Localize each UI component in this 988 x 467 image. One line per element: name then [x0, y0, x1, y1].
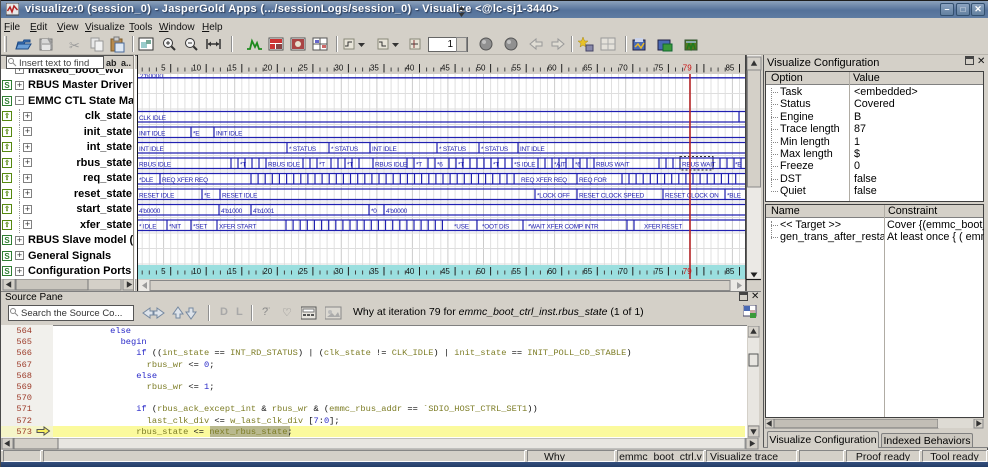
svg-text:40: 40 [405, 267, 414, 276]
svg-text:85: 85 [725, 267, 734, 276]
svg-text:*T: *T [347, 161, 353, 168]
svg-text:RESET IDLE: RESET IDLE [222, 192, 257, 199]
svg-text:75: 75 [654, 267, 663, 276]
svg-text:*T: *T [493, 161, 499, 168]
svg-text:5: 5 [161, 267, 166, 276]
svg-text:*6: *6 [575, 161, 581, 168]
svg-text:4'b1000: 4'b1000 [221, 208, 243, 215]
svg-text:REQ XFER REQ: REQ XFER REQ [521, 177, 567, 184]
svg-text:✂: ✂ [69, 38, 80, 53]
svg-text:RESET CLOCK SPEED: RESET CLOCK SPEED [579, 192, 645, 199]
svg-text:*USE: *USE [454, 223, 469, 230]
svg-text:XFER START: XFER START [219, 223, 256, 230]
svg-text:RBUS IDLE: RBUS IDLE [139, 161, 171, 168]
svg-text:85: 85 [725, 64, 734, 73]
svg-text:15: 15 [228, 64, 237, 73]
svg-text:INT IDLE: INT IDLE [139, 146, 164, 153]
svg-text:* STATUS: * STATUS [439, 146, 466, 153]
svg-text:*E: *E [735, 161, 741, 168]
svg-text:RESET CLOCK ON: RESET CLOCK ON [665, 192, 719, 199]
svg-text:79: 79 [683, 267, 692, 276]
svg-text:70: 70 [619, 64, 628, 73]
svg-text:RBUS WAIT: RBUS WAIT [596, 161, 630, 168]
svg-text:*AIT: *AIT [554, 161, 566, 168]
svg-text:*T: *T [458, 161, 464, 168]
svg-text:RESET IDLE: RESET IDLE [139, 192, 174, 199]
svg-text:REQ FOR: REQ FOR [579, 177, 607, 184]
svg-text:*E: *E [204, 192, 210, 199]
svg-text:*DLE: *DLE [139, 177, 153, 184]
svg-text:10: 10 [192, 267, 201, 276]
svg-text:*S IDLE: *S IDLE [514, 161, 535, 168]
svg-text:* IDLE: * IDLE [139, 223, 156, 230]
svg-text:INIT IDLE: INIT IDLE [139, 130, 165, 137]
svg-text:*T: *T [416, 161, 422, 168]
svg-text:*OOT DIS: *OOT DIS [482, 223, 509, 230]
svg-text:75: 75 [654, 64, 663, 73]
svg-text:INT IDLE: INT IDLE [372, 146, 397, 153]
svg-text:*6: *6 [437, 161, 443, 168]
svg-text:10: 10 [192, 64, 201, 73]
svg-text:*T: *T [240, 161, 246, 168]
svg-text:55: 55 [512, 267, 521, 276]
svg-text:15: 15 [228, 267, 237, 276]
svg-text:50: 50 [477, 267, 486, 276]
svg-text:45: 45 [441, 64, 450, 73]
svg-text:20: 20 [263, 267, 272, 276]
svg-text:*SET: *SET [193, 223, 207, 230]
svg-text:4'b0000: 4'b0000 [139, 208, 161, 215]
svg-text:*E: *E [193, 130, 199, 137]
svg-text:4'b0000: 4'b0000 [386, 208, 408, 215]
svg-text:INT IDLE: INT IDLE [520, 146, 545, 153]
svg-text:INIT IDLE: INIT IDLE [216, 130, 242, 137]
svg-text:CLK IDLE: CLK IDLE [139, 115, 166, 122]
svg-text:*LOCK OFF: *LOCK OFF [537, 192, 570, 199]
svg-text:35: 35 [370, 267, 379, 276]
svg-text:70: 70 [619, 267, 628, 276]
svg-text:* STATUS: * STATUS [481, 146, 508, 153]
svg-text:45: 45 [441, 267, 450, 276]
svg-text:*NIT: *NIT [169, 223, 181, 230]
svg-text:25: 25 [299, 267, 308, 276]
svg-text:30: 30 [334, 267, 343, 276]
svg-text:2'b0000: 2'b0000 [140, 73, 163, 80]
svg-text:50: 50 [477, 64, 486, 73]
svg-text:35: 35 [370, 64, 379, 73]
svg-text:RBUS WAIT: RBUS WAIT [682, 161, 716, 168]
svg-text:*WAIT XFER COMP INTR: *WAIT XFER COMP INTR [528, 223, 599, 230]
svg-text:4'b1001: 4'b1001 [253, 208, 275, 215]
svg-text:* STATUS: * STATUS [289, 146, 316, 153]
svg-text:*0: *0 [371, 208, 377, 215]
svg-text:XFER RESET: XFER RESET [644, 223, 682, 230]
svg-text:40: 40 [405, 64, 414, 73]
svg-text:5: 5 [161, 64, 166, 73]
svg-text:* STATUS: * STATUS [331, 146, 358, 153]
svg-text:RBUS IDLE: RBUS IDLE [375, 161, 407, 168]
svg-text:60: 60 [548, 64, 557, 73]
svg-text:REQ XFER REQ: REQ XFER REQ [162, 177, 208, 184]
svg-text:65: 65 [583, 267, 592, 276]
svg-text:65: 65 [583, 64, 592, 73]
svg-text:RBUS IDLE: RBUS IDLE [268, 161, 300, 168]
svg-text:60: 60 [548, 267, 557, 276]
svg-text:20: 20 [263, 64, 272, 73]
svg-text:25: 25 [299, 64, 308, 73]
svg-text:30: 30 [334, 64, 343, 73]
svg-text:*T: *T [319, 161, 325, 168]
svg-text:79: 79 [683, 64, 692, 73]
svg-text:55: 55 [512, 64, 521, 73]
svg-text:*BLE: *BLE [727, 192, 741, 199]
